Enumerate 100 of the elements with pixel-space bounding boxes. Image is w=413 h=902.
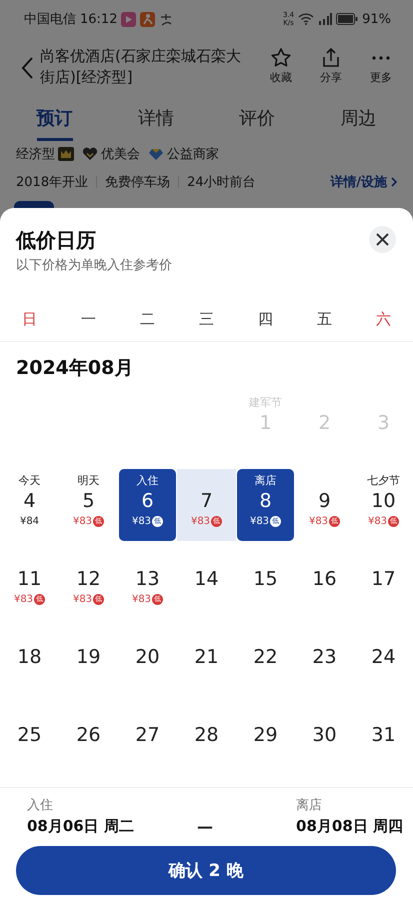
day-number: 16 bbox=[312, 567, 337, 592]
day-label: 明天 bbox=[78, 473, 100, 488]
day-number: 27 bbox=[135, 723, 160, 748]
day-number: 28 bbox=[194, 723, 219, 748]
day-number: 19 bbox=[76, 645, 101, 670]
month-title: 2024年08月 bbox=[15, 356, 134, 381]
day-label: 今天 bbox=[18, 473, 40, 488]
date-cell[interactable]: 22 bbox=[236, 625, 295, 697]
weekday-label: 三 bbox=[198, 310, 215, 329]
day-number: 15 bbox=[253, 567, 278, 592]
day-number: 8 bbox=[259, 489, 272, 514]
date-cell[interactable]: 20 bbox=[118, 625, 177, 697]
date-separator: — bbox=[196, 817, 214, 836]
checkin-label: 入住 bbox=[27, 797, 54, 814]
day-label: 建军节 bbox=[249, 395, 282, 410]
day-number: 2 bbox=[318, 411, 331, 436]
heart-icon bbox=[82, 147, 98, 161]
day-number: 29 bbox=[253, 723, 278, 748]
date-cell[interactable]: 23 bbox=[295, 625, 354, 697]
day-number: 24 bbox=[371, 645, 396, 670]
day-number: 18 bbox=[17, 645, 42, 670]
day-label: 七夕节 bbox=[367, 473, 400, 488]
header-action[interactable]: 分享 bbox=[309, 46, 353, 85]
date-cell[interactable]: 19 bbox=[59, 625, 118, 697]
wifi-icon bbox=[298, 13, 314, 25]
date-cell[interactable]: 30 bbox=[295, 703, 354, 775]
tab[interactable]: 评价 bbox=[239, 106, 276, 141]
tag-label: 经济型 bbox=[16, 146, 55, 163]
date-cell[interactable]: 26 bbox=[59, 703, 118, 775]
checkout-label: 离店 bbox=[296, 797, 324, 814]
date-cell[interactable]: 25 bbox=[0, 703, 59, 775]
more-icon bbox=[372, 56, 390, 60]
checkin-date: 08月06日 周二 bbox=[27, 817, 134, 836]
carrier-text: 中国电信 bbox=[24, 11, 76, 28]
date-cell[interactable]: 14 bbox=[177, 547, 236, 619]
day-number: 6 bbox=[141, 489, 154, 514]
day-label: 离店 bbox=[254, 473, 276, 488]
day-label: 入住 bbox=[136, 473, 158, 488]
date-cell[interactable]: 15 bbox=[236, 547, 295, 619]
battery-percent: 91% bbox=[362, 12, 391, 26]
date-cell[interactable]: 21 bbox=[177, 625, 236, 697]
date-cell[interactable]: 29 bbox=[236, 703, 295, 775]
tag-label: 公益商家 bbox=[167, 146, 219, 163]
diamond-icon bbox=[148, 147, 164, 161]
play-app-icon bbox=[121, 12, 136, 26]
day-number: 26 bbox=[76, 723, 101, 748]
hotel-fact: 2018年开业 bbox=[16, 174, 88, 191]
date-cell[interactable]: 17 bbox=[354, 547, 413, 619]
tag-label: 优美会 bbox=[101, 146, 140, 163]
day-number: 23 bbox=[312, 645, 337, 670]
tab[interactable]: 详情 bbox=[138, 106, 174, 141]
date-cell[interactable]: 今天 4 ¥84 bbox=[0, 469, 59, 541]
weekday-label: 六 bbox=[375, 310, 392, 329]
header-action[interactable]: 收藏 bbox=[259, 46, 303, 85]
checkout-date: 08月08日 周四 bbox=[296, 817, 403, 836]
day-number: 21 bbox=[194, 645, 219, 670]
runner-app-icon bbox=[140, 12, 156, 26]
confirm-button[interactable]: 确认 2 晚 bbox=[16, 846, 396, 895]
tab[interactable]: 预订 bbox=[36, 106, 73, 141]
date-cell[interactable]: 28 bbox=[177, 703, 236, 775]
weekday-label: 四 bbox=[257, 310, 274, 329]
day-number: 20 bbox=[135, 645, 160, 670]
day-number: 11 bbox=[17, 567, 42, 592]
day-number: 25 bbox=[17, 723, 42, 748]
weekday-label: 五 bbox=[316, 310, 333, 329]
tab[interactable]: 周边 bbox=[340, 106, 376, 141]
sheet-title: 低价日历 bbox=[16, 227, 97, 254]
day-number: 5 bbox=[82, 489, 95, 514]
day-number: 17 bbox=[371, 567, 396, 592]
day-number: 12 bbox=[76, 567, 101, 592]
signal-icon bbox=[318, 13, 332, 25]
day-number: 22 bbox=[253, 645, 278, 670]
close-icon bbox=[376, 233, 389, 246]
details-link[interactable]: 详情/设施 bbox=[330, 173, 387, 191]
day-number: 1 bbox=[259, 411, 272, 436]
date-cell[interactable]: 16 bbox=[295, 547, 354, 619]
date-cell[interactable]: 18 bbox=[0, 625, 59, 697]
sheet-subtitle: 以下价格为单晚入住参考价 bbox=[16, 257, 173, 274]
day-number: 14 bbox=[194, 567, 219, 592]
day-number: 7 bbox=[200, 489, 213, 514]
date-cell[interactable]: 27 bbox=[118, 703, 177, 775]
day-number: 31 bbox=[371, 723, 396, 748]
clock-text: 16:12 bbox=[80, 12, 118, 26]
day-number: 4 bbox=[23, 489, 36, 514]
chevron-icon[interactable] bbox=[391, 177, 397, 187]
weekday-label: 二 bbox=[139, 310, 156, 329]
date-cell[interactable]: 31 bbox=[354, 703, 413, 775]
header-action[interactable]: 更多 bbox=[359, 46, 403, 85]
day-number: 13 bbox=[135, 567, 160, 592]
date-cell[interactable]: 24 bbox=[354, 625, 413, 697]
hotel-fact: 免费停车场 bbox=[105, 174, 170, 191]
hotel-fact: 24小时前台 bbox=[187, 174, 256, 191]
day-number: 9 bbox=[318, 489, 331, 514]
day-number: 10 bbox=[371, 489, 396, 514]
close-button[interactable] bbox=[369, 226, 396, 253]
back-icon[interactable] bbox=[20, 56, 34, 80]
day-price: ¥84 bbox=[20, 514, 40, 528]
weekday-label: 一 bbox=[80, 310, 97, 329]
weekday-label: 日 bbox=[21, 310, 38, 329]
hotel-title: 尚客优酒店(石家庄栾城石栾大街店)[经济型] bbox=[40, 46, 242, 88]
